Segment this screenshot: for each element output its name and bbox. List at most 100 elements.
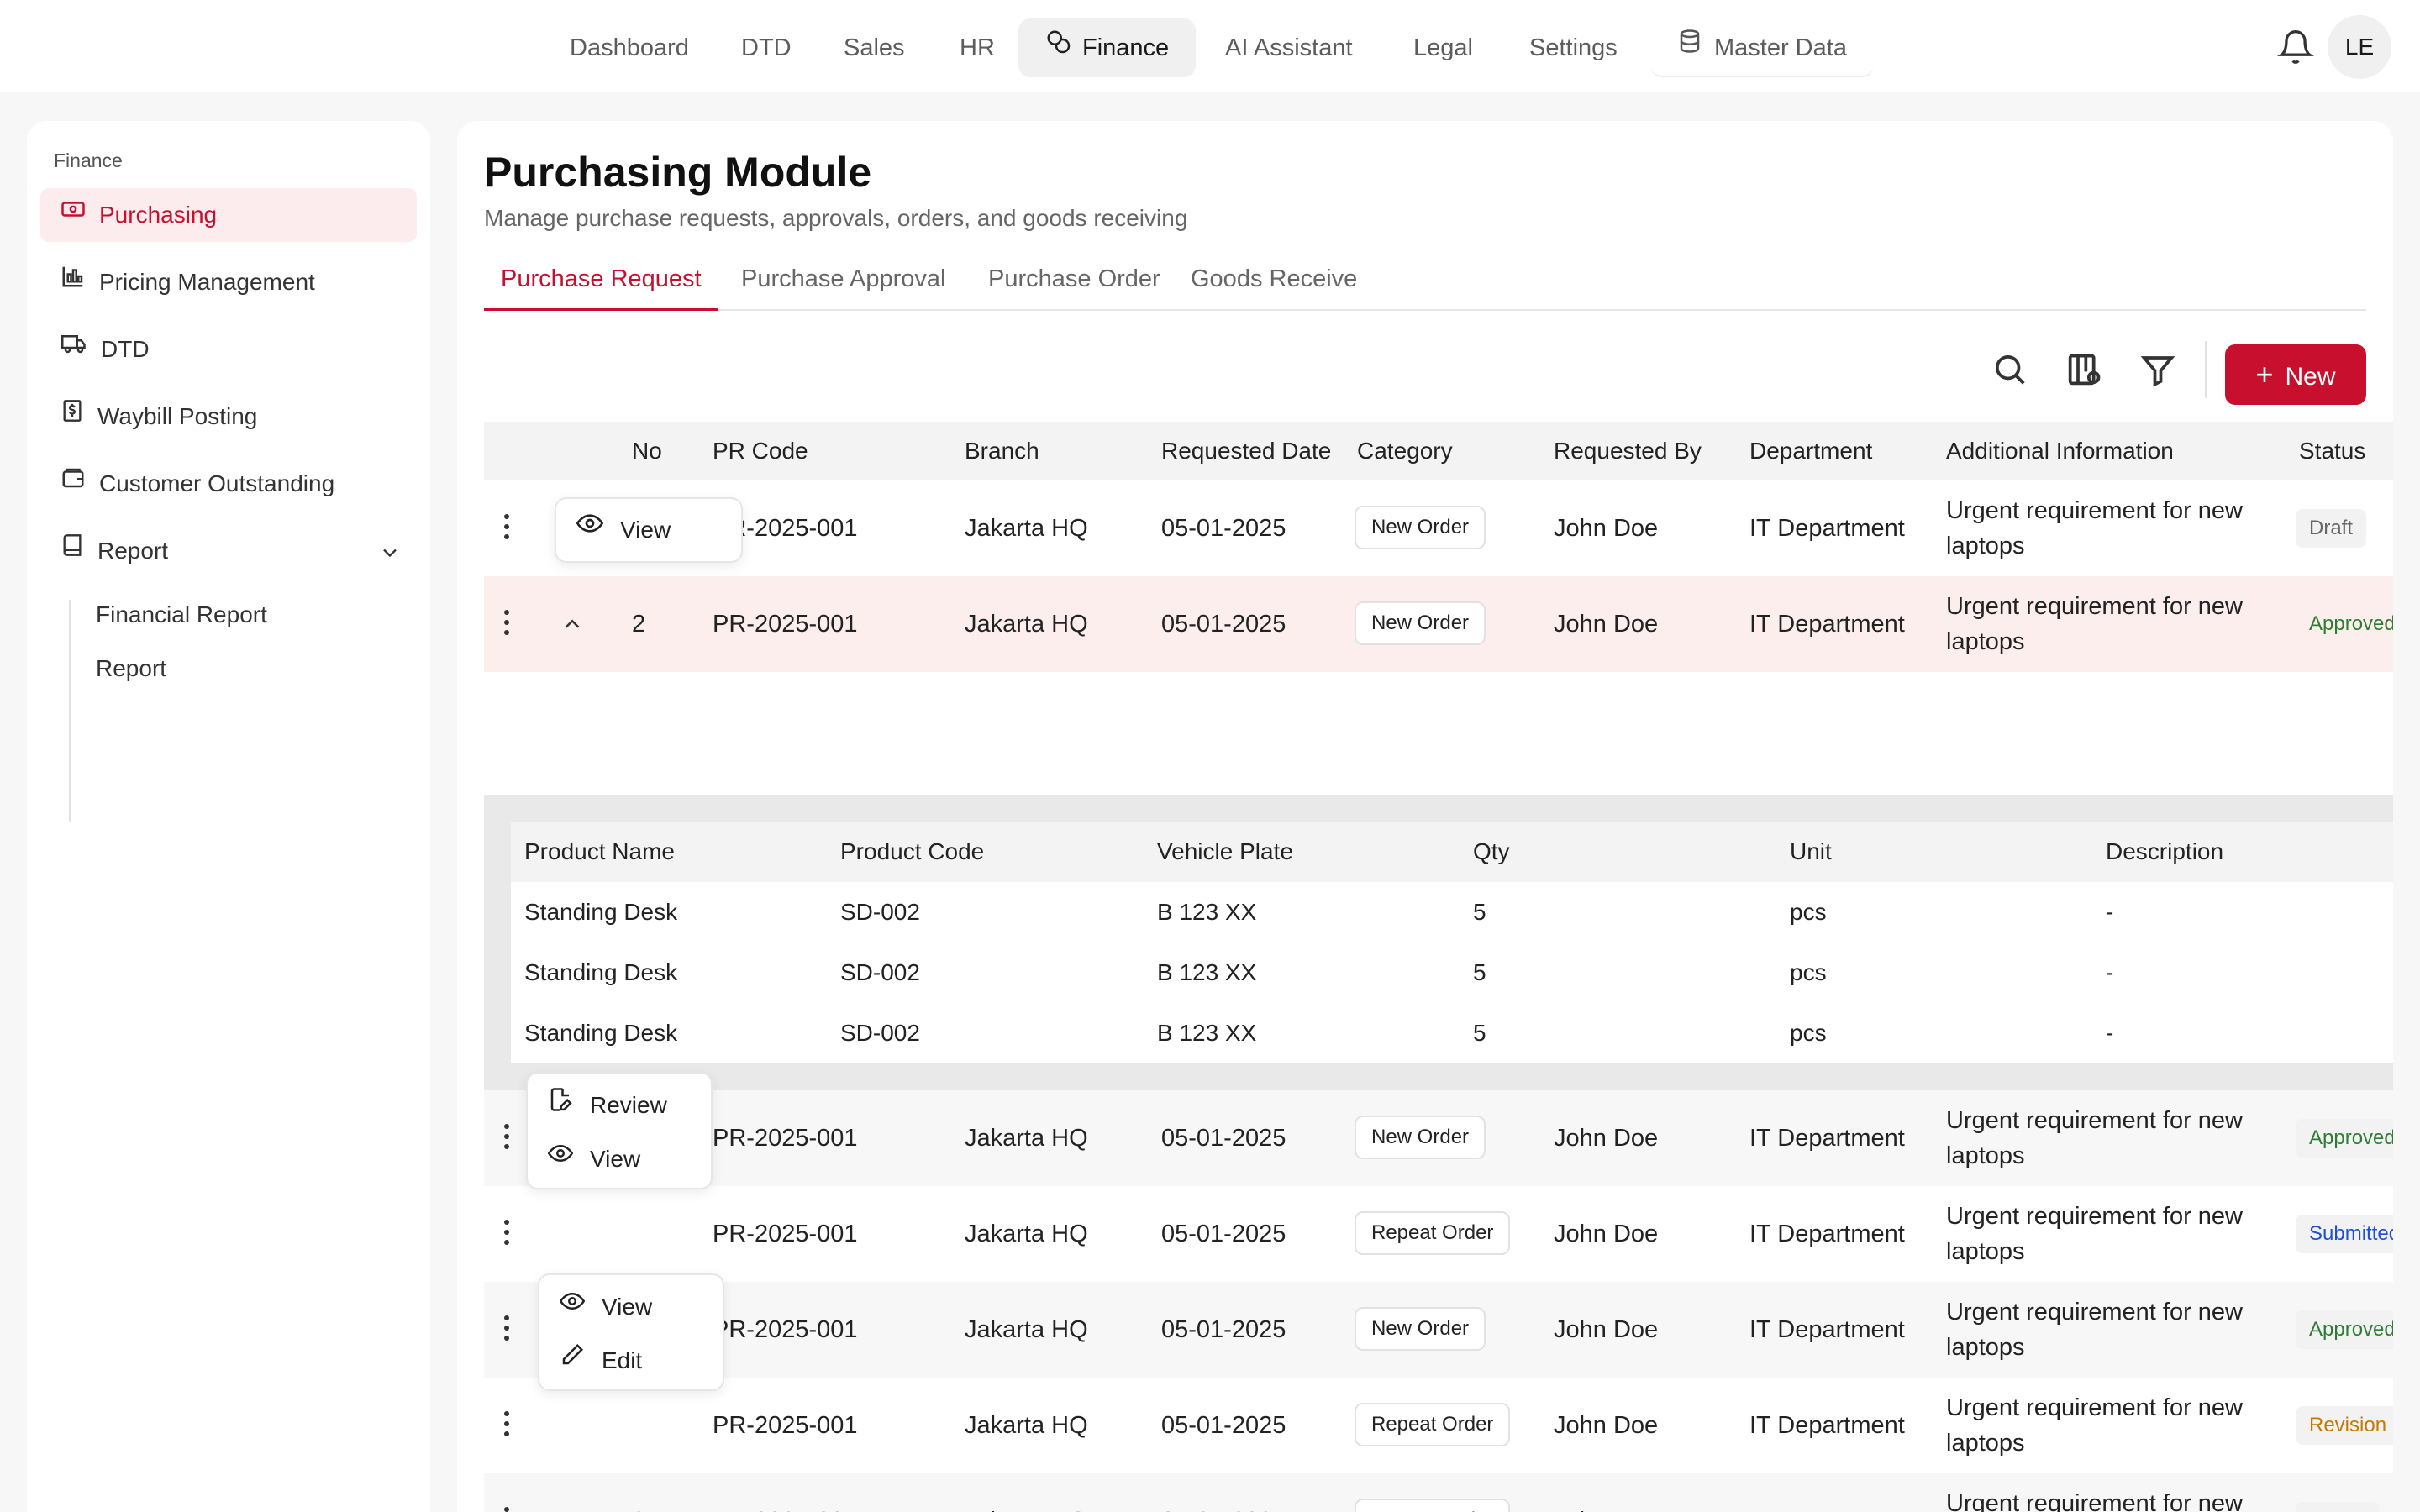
top-navbar: Dashboard DTD Sales HR Finance AI Assist…	[0, 0, 2420, 92]
row-action-menu: Review View	[526, 1072, 713, 1189]
column-header-category[interactable]: Category	[1357, 422, 1453, 480]
sidebar-item-report[interactable]: Report	[40, 524, 417, 578]
column-header-additional-information[interactable]: Additional Information	[1946, 422, 2174, 480]
cell-department: IT Department	[1749, 611, 1905, 638]
tab-purchase-request[interactable]: Purchase Request	[484, 255, 718, 311]
detail-cell: pcs	[1790, 899, 1827, 925]
detail-cell: pcs	[1790, 959, 1827, 985]
detail-header-unit: Unit	[1790, 838, 1832, 864]
status-badge: Submitted	[2296, 1215, 2393, 1253]
status-badge: Approved	[2296, 605, 2393, 643]
cell-info: Urgent requirement for new laptops	[1946, 1490, 2243, 1512]
nav-dashboard[interactable]: Dashboard	[543, 18, 716, 77]
detail-cell: 5	[1473, 959, 1486, 985]
column-header-pr-code[interactable]: PR Code	[713, 422, 808, 480]
column-header-department[interactable]: Department	[1749, 422, 1872, 480]
sidebar-item-waybill-posting[interactable]: Waybill Posting	[40, 390, 417, 444]
cell-department: IT Department	[1749, 1473, 1905, 1512]
chevron-up-icon[interactable]	[560, 612, 585, 637]
table-row[interactable]: PR-2025-001 Jakarta HQ 05-01-2025 Repeat…	[484, 1186, 2393, 1282]
cell-no: 2	[632, 611, 646, 638]
cell-branch: Jakarta HQ	[965, 1316, 1088, 1343]
cell-info: Urgent requirement for new laptops	[1946, 1394, 2243, 1457]
new-button[interactable]: + New	[2225, 344, 2366, 405]
menu-item-view[interactable]: View	[547, 1136, 641, 1183]
detail-cell: -	[2106, 1020, 2114, 1046]
more-vertical-icon[interactable]	[502, 1507, 511, 1512]
table-row[interactable]: PR-2025-001 Jakarta HQ 05-01-2025 Repeat…	[484, 1378, 2393, 1473]
table-row[interactable]: 2 PR-2025-001 Jakarta HQ 05-01-2025 New …	[484, 576, 2393, 672]
menu-item-view[interactable]: View	[559, 1283, 652, 1331]
sidebar-item-customer-outstanding[interactable]: Customer Outstanding	[40, 457, 417, 511]
nav-ai-assistant[interactable]: AI Assistant	[1198, 18, 1380, 77]
detail-cell: 5	[1473, 899, 1486, 925]
sidebar-subitem-report[interactable]: Report	[96, 655, 166, 682]
nav-hr[interactable]: HR	[933, 18, 1022, 77]
menu-item-view[interactable]: View	[576, 507, 671, 554]
detail-row: Standing Desk SD-002 B 123 XX 5 pcs -	[511, 1003, 2393, 1063]
column-header-branch[interactable]: Branch	[965, 422, 1039, 480]
nav-finance[interactable]: Finance	[1018, 18, 1197, 77]
nav-dtd[interactable]: DTD	[714, 18, 818, 77]
category-badge: New Order	[1355, 506, 1486, 549]
nav-master-data[interactable]: Master Data	[1650, 18, 1874, 77]
sidebar-item-dtd[interactable]: DTD	[40, 323, 417, 376]
table-row[interactable]: 2 PR-2025-001 Jakarta HQ 05-01-2025 New …	[484, 1090, 2393, 1186]
menu-item-edit[interactable]: Edit	[560, 1337, 642, 1384]
detail-cell: SD-002	[840, 1020, 920, 1046]
cell-department: IT Department	[1749, 515, 1905, 542]
table-row[interactable]: PR-2025-001 Jakarta HQ 05-01-2025 New Or…	[484, 480, 2393, 576]
tab-goods-receive[interactable]: Goods Receive	[1174, 255, 1374, 311]
tab-purchase-approval[interactable]: Purchase Approval	[724, 255, 962, 311]
filter-icon[interactable]	[2134, 346, 2181, 393]
column-header-no[interactable]: No	[632, 422, 662, 480]
more-vertical-icon[interactable]	[502, 1315, 511, 1344]
nav-legal[interactable]: Legal	[1386, 18, 1500, 77]
cell-requested-by: John Doe	[1554, 1221, 1659, 1247]
page-title: Purchasing Module	[484, 149, 872, 196]
cell-requested-by: John Doe	[1554, 515, 1659, 542]
sidebar-subitem-financial-report[interactable]: Financial Report	[96, 601, 267, 628]
columns-settings-icon[interactable]	[2060, 346, 2107, 393]
bell-icon[interactable]	[2277, 29, 2314, 66]
column-header-status[interactable]: Status	[2299, 422, 2365, 480]
cell-requested-by: John Doe	[1554, 611, 1659, 638]
cell-date: 05-01-2025	[1161, 515, 1286, 542]
chevron-down-icon[interactable]	[560, 1509, 585, 1512]
table-row[interactable]: 6 PR-2025-001 Jakarta HQ 05-01-2025 Repe…	[484, 1473, 2393, 1512]
sidebar-item-purchasing[interactable]: Purchasing	[40, 188, 417, 242]
avatar[interactable]: LE	[2328, 15, 2391, 79]
truck-icon	[60, 322, 87, 375]
nav-sales[interactable]: Sales	[817, 18, 932, 77]
page-subtitle: Manage purchase requests, approvals, ord…	[484, 205, 1188, 231]
search-icon[interactable]	[1986, 346, 2033, 393]
more-vertical-icon[interactable]	[502, 610, 511, 638]
sidebar-item-pricing-management[interactable]: Pricing Management	[40, 255, 417, 309]
detail-cell: B 123 XX	[1157, 899, 1257, 925]
cell-pr-code: PR-2025-001	[713, 1316, 858, 1343]
pencil-icon	[560, 1336, 585, 1383]
chevron-down-icon[interactable]	[378, 524, 402, 578]
cell-no: 6	[632, 1473, 645, 1512]
receipt-icon	[60, 389, 84, 443]
cell-requested-by: John Doe	[1554, 1473, 1658, 1512]
tab-purchase-order[interactable]: Purchase Order	[971, 255, 1177, 311]
sidebar: Finance Purchasing Pricing Management DT…	[27, 121, 430, 1512]
column-header-requested-by[interactable]: Requested By	[1554, 422, 1702, 480]
table-row[interactable]: 2 PR-2025-001 Jakarta HQ 05-01-2025 New …	[484, 1282, 2393, 1378]
menu-item-review[interactable]: Review	[548, 1082, 667, 1129]
nav-settings[interactable]: Settings	[1502, 18, 1644, 77]
menu-item-label: View	[590, 1146, 641, 1172]
more-vertical-icon[interactable]	[502, 1411, 511, 1440]
column-header-requested-date[interactable]: Requested Date	[1161, 422, 1331, 480]
detail-header-vehicle-plate: Vehicle Plate	[1157, 838, 1293, 864]
more-vertical-icon[interactable]	[502, 1124, 511, 1152]
cell-branch: Jakarta HQ	[965, 611, 1088, 638]
detail-cell: SD-002	[840, 959, 920, 985]
cell-department: IT Department	[1749, 1125, 1905, 1152]
eye-icon	[559, 1283, 586, 1330]
more-vertical-icon[interactable]	[502, 1220, 511, 1248]
book-icon	[60, 523, 84, 577]
cell-date: 05-01-2025	[1161, 1125, 1286, 1152]
more-vertical-icon[interactable]	[502, 514, 511, 543]
